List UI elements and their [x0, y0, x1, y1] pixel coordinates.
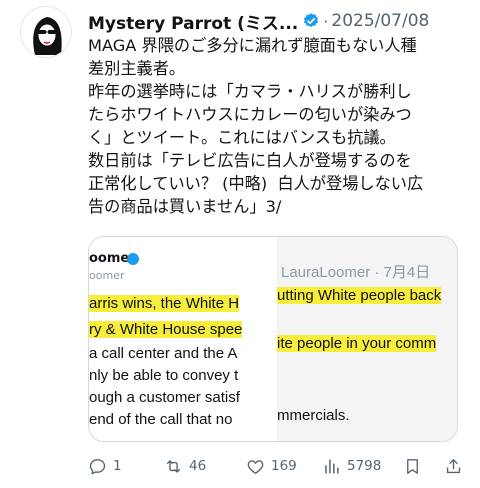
tweet-line: 告の商品は買いません」3/ — [88, 197, 282, 216]
tweet-header: Mystery Parrot (ミス... · 2025/07/08 — [88, 9, 472, 33]
separator-dot: · — [323, 11, 329, 31]
tweet-line: MAGA 界隈のご多分に漏れず臆面もない人種 — [88, 36, 417, 55]
views-button[interactable]: 5798 — [322, 457, 381, 476]
embedded-text-line: utting White people back — [277, 287, 442, 304]
tweet-line: 昨年の選挙時には「カマラ・ハリスが勝利し — [88, 82, 412, 101]
embedded-verified-icon — [127, 253, 139, 265]
embedded-text-line: ry & White House spee — [89, 321, 243, 338]
verified-badge-icon — [304, 13, 319, 28]
tweet-line: 数日前は「テレビ広告に白人が登場するのを — [88, 151, 412, 170]
views-count: 5798 — [347, 458, 382, 474]
tweet-text: MAGA 界隈のご多分に漏れず臆面もない人種 差別主義者。 昨年の選挙時には「カ… — [88, 34, 468, 218]
embedded-author-handle: oomer — [89, 269, 125, 282]
like-button[interactable]: 169 — [246, 457, 297, 476]
reply-button[interactable]: 1 — [88, 457, 122, 476]
action-bar: 1 46 169 5798 — [88, 454, 468, 478]
reply-count: 1 — [113, 458, 122, 474]
author-name[interactable]: Mystery Parrot (ミス... — [88, 9, 298, 34]
embedded-text-line: a call center and the A — [89, 345, 238, 362]
retweet-count: 46 — [189, 458, 207, 474]
reply-icon — [89, 458, 106, 474]
media-card[interactable]: oomer oomer arris wins, the White H ry &… — [88, 236, 458, 442]
embedded-text-line: ough a customer satisf — [89, 389, 240, 406]
tweet-line: 正常化していい？ (中略) 白人が登場しない広 — [88, 174, 424, 193]
like-count: 169 — [271, 458, 297, 474]
avatar[interactable] — [20, 6, 72, 58]
share-icon — [446, 458, 461, 473]
share-button[interactable] — [444, 457, 463, 476]
tweet-date[interactable]: 2025/07/08 — [331, 11, 429, 31]
embedded-text-line: arris wins, the White H — [89, 295, 240, 312]
embedded-text-line: nly be able to convey t — [89, 367, 239, 384]
embedded-text-line: end of the call that no — [89, 411, 233, 428]
bookmark-button[interactable] — [403, 457, 422, 476]
views-icon — [325, 458, 339, 474]
tweet-line: く」とツイート。これにはバンスも抗議。 — [88, 128, 396, 147]
media-image-right[interactable]: LauraLoomer · 7月4日 utting White people b… — [277, 237, 457, 441]
media-image-left[interactable]: oomer oomer arris wins, the White H ry &… — [89, 237, 277, 441]
embedded-text-line: mmercials. — [277, 407, 350, 424]
tweet-line: 差別主義者。 — [88, 59, 186, 78]
bookmark-icon — [407, 458, 418, 474]
retweet-icon — [166, 459, 181, 473]
like-icon — [247, 459, 264, 474]
avatar-illustration — [21, 7, 71, 57]
tweet-line: たらホワイトハウスにカレーの匂いが染みつ — [88, 105, 412, 124]
embedded-text-line: ite people in your comm — [277, 335, 437, 352]
embedded-header: LauraLoomer · 7月4日 — [281, 264, 431, 281]
retweet-button[interactable]: 46 — [164, 457, 206, 476]
